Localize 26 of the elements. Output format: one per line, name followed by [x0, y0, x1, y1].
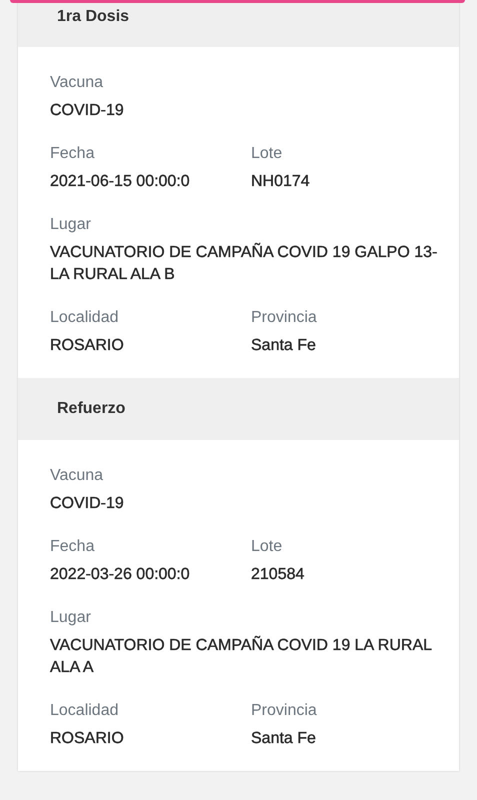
field-value: 210584: [251, 565, 306, 585]
field-label: Localidad: [50, 308, 120, 328]
field-value: Santa Fe: [251, 336, 317, 356]
field-label: Fecha: [50, 537, 96, 557]
field-label: Lote: [251, 144, 284, 164]
field-value: NH0174: [251, 172, 311, 192]
field-value: ROSARIO: [50, 729, 125, 749]
field-label: Lugar: [50, 608, 92, 628]
dose-title: 1ra Dosis: [57, 7, 130, 27]
field-value: VACUNATORIO DE CAMPAÑA COVID 19 LA RURAL ALA A: [50, 635, 432, 678]
field-value: 2021-06-15 00:00:0: [50, 172, 191, 192]
dose-title: Refuerzo: [57, 399, 126, 419]
field-label: Provincia: [251, 308, 318, 328]
field-value: 2022-03-26 00:00:0: [50, 565, 191, 585]
field-value: ROSARIO: [50, 336, 125, 356]
field-label: Lote: [251, 537, 284, 557]
field-value: COVID-19: [50, 101, 125, 121]
field-label: Localidad: [50, 701, 120, 721]
field-label: Provincia: [251, 701, 318, 721]
field-value: VACUNATORIO DE CAMPAÑA COVID 19 GALPO 13- LA RURAL ALA B: [50, 242, 438, 285]
field-label: Vacuna: [50, 73, 104, 93]
field-value: COVID-19: [50, 494, 125, 514]
field-value: Santa Fe: [251, 729, 317, 749]
field-label: Fecha: [50, 144, 96, 164]
field-label: Lugar: [50, 215, 92, 235]
field-label: Vacuna: [50, 466, 104, 486]
